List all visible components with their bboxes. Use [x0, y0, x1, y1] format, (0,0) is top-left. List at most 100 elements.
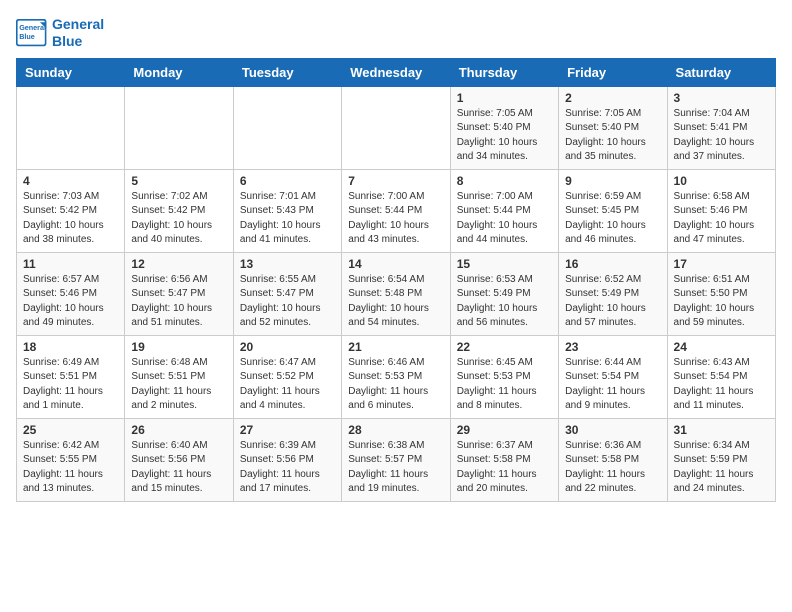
- calendar-cell: 21 Sunrise: 6:46 AM Sunset: 5:53 PM Dayli…: [342, 335, 450, 418]
- day-info: Sunrise: 6:57 AM Sunset: 5:46 PM Dayligh…: [23, 273, 118, 331]
- calendar-cell: 23 Sunrise: 6:44 AM Sunset: 5:54 PM Dayli…: [559, 335, 667, 418]
- svg-text:General: General: [19, 23, 46, 32]
- day-number: 25: [23, 423, 118, 437]
- day-number: 12: [131, 257, 226, 271]
- column-header-wednesday: Wednesday: [342, 58, 450, 86]
- day-info: Sunrise: 7:00 AM Sunset: 5:44 PM Dayligh…: [457, 190, 552, 248]
- day-number: 27: [240, 423, 335, 437]
- calendar-cell: 16 Sunrise: 6:52 AM Sunset: 5:49 PM Dayli…: [559, 252, 667, 335]
- calendar-cell: 9Sunrise: 6:59 AM Sunset: 5:45 PM Daylig…: [559, 169, 667, 252]
- day-info: Sunrise: 6:56 AM Sunset: 5:47 PM Dayligh…: [131, 273, 226, 331]
- calendar-cell: 13Sunrise: 6:55 AM Sunset: 5:47 PM Dayli…: [233, 252, 341, 335]
- day-number: 9: [565, 174, 660, 188]
- day-info: Sunrise: 6:47 AM Sunset: 5:52 PM Dayligh…: [240, 356, 335, 414]
- day-number: 23: [565, 340, 660, 354]
- day-number: 22: [457, 340, 552, 354]
- calendar-cell: 15 Sunrise: 6:53 AM Sunset: 5:49 PM Dayli…: [450, 252, 558, 335]
- day-number: 24: [674, 340, 769, 354]
- day-info: Sunrise: 7:04 AM Sunset: 5:41 PM Dayligh…: [674, 107, 769, 165]
- calendar-cell: 11Sunrise: 6:57 AM Sunset: 5:46 PM Dayli…: [17, 252, 125, 335]
- calendar-cell: 4Sunrise: 7:03 AM Sunset: 5:42 PM Daylig…: [17, 169, 125, 252]
- calendar-cell: 14Sunrise: 6:54 AM Sunset: 5:48 PM Dayli…: [342, 252, 450, 335]
- calendar-cell: 6Sunrise: 7:01 AM Sunset: 5:43 PM Daylig…: [233, 169, 341, 252]
- day-info: Sunrise: 6:45 AM Sunset: 5:53 PM Dayligh…: [457, 356, 552, 414]
- calendar-cell: 3 Sunrise: 7:04 AM Sunset: 5:41 PM Daylig…: [667, 86, 775, 169]
- day-number: 26: [131, 423, 226, 437]
- column-header-tuesday: Tuesday: [233, 58, 341, 86]
- day-number: 30: [565, 423, 660, 437]
- calendar-cell: 1Sunrise: 7:05 AM Sunset: 5:40 PM Daylig…: [450, 86, 558, 169]
- day-number: 21: [348, 340, 443, 354]
- day-info: Sunrise: 6:44 AM Sunset: 5:54 PM Dayligh…: [565, 356, 660, 414]
- day-info: Sunrise: 6:43 AM Sunset: 5:54 PM Dayligh…: [674, 356, 769, 414]
- calendar-cell: [342, 86, 450, 169]
- day-info: Sunrise: 7:02 AM Sunset: 5:42 PM Dayligh…: [131, 190, 226, 248]
- day-number: 10: [674, 174, 769, 188]
- calendar-cell: 18Sunrise: 6:49 AM Sunset: 5:51 PM Dayli…: [17, 335, 125, 418]
- day-info: Sunrise: 6:49 AM Sunset: 5:51 PM Dayligh…: [23, 356, 118, 414]
- day-number: 15: [457, 257, 552, 271]
- day-number: 3: [674, 91, 769, 105]
- calendar-cell: [125, 86, 233, 169]
- day-number: 4: [23, 174, 118, 188]
- calendar-week-1: 1 Sunrise: 7:05 AM Sunset: 5:40 PM Daylig…: [17, 86, 776, 169]
- day-info: Sunrise: 6:48 AM Sunset: 5:51 PM Dayligh…: [131, 356, 226, 414]
- calendar-cell: 19 Sunrise: 6:48 AM Sunset: 5:51 PM Dayli…: [125, 335, 233, 418]
- day-number: 1: [457, 91, 552, 105]
- day-number: 13: [240, 257, 335, 271]
- calendar-cell: 30 Sunrise: 6:36 AM Sunset: 5:58 PM Dayli…: [559, 418, 667, 501]
- logo-icon: General Blue: [16, 19, 48, 47]
- calendar-cell: 8 Sunrise: 7:00 AM Sunset: 5:44 PM Daylig…: [450, 169, 558, 252]
- column-header-friday: Friday: [559, 58, 667, 86]
- day-info: Sunrise: 7:00 AM Sunset: 5:44 PM Dayligh…: [348, 190, 443, 248]
- day-number: 7: [348, 174, 443, 188]
- day-info: Sunrise: 6:46 AM Sunset: 5:53 PM Dayligh…: [348, 356, 443, 414]
- day-info: Sunrise: 6:39 AM Sunset: 5:56 PM Dayligh…: [240, 439, 335, 497]
- column-header-sunday: Sunday: [17, 58, 125, 86]
- day-number: 2: [565, 91, 660, 105]
- page-header: General Blue General Blue: [16, 16, 776, 50]
- calendar-week-3: 11Sunrise: 6:57 AM Sunset: 5:46 PM Dayli…: [17, 252, 776, 335]
- calendar-table: SundayMondayTuesdayWednesdayThursdayFrid…: [16, 58, 776, 502]
- svg-text:Blue: Blue: [19, 32, 35, 41]
- logo-text: General Blue: [52, 16, 104, 50]
- calendar-cell: 17 Sunrise: 6:51 AM Sunset: 5:50 PM Dayli…: [667, 252, 775, 335]
- calendar-cell: 22 Sunrise: 6:45 AM Sunset: 5:53 PM Dayli…: [450, 335, 558, 418]
- calendar-cell: [17, 86, 125, 169]
- day-number: 17: [674, 257, 769, 271]
- calendar-cell: 2 Sunrise: 7:05 AM Sunset: 5:40 PM Daylig…: [559, 86, 667, 169]
- day-number: 20: [240, 340, 335, 354]
- calendar-cell: [233, 86, 341, 169]
- calendar-cell: 29Sunrise: 6:37 AM Sunset: 5:58 PM Dayli…: [450, 418, 558, 501]
- column-header-thursday: Thursday: [450, 58, 558, 86]
- day-info: Sunrise: 6:36 AM Sunset: 5:58 PM Dayligh…: [565, 439, 660, 497]
- calendar-cell: 26 Sunrise: 6:40 AM Sunset: 5:56 PM Dayli…: [125, 418, 233, 501]
- calendar-header-row: SundayMondayTuesdayWednesdayThursdayFrid…: [17, 58, 776, 86]
- calendar-cell: 5 Sunrise: 7:02 AM Sunset: 5:42 PM Daylig…: [125, 169, 233, 252]
- day-info: Sunrise: 7:05 AM Sunset: 5:40 PM Dayligh…: [565, 107, 660, 165]
- calendar-cell: 10Sunrise: 6:58 AM Sunset: 5:46 PM Dayli…: [667, 169, 775, 252]
- day-info: Sunrise: 6:40 AM Sunset: 5:56 PM Dayligh…: [131, 439, 226, 497]
- logo: General Blue General Blue: [16, 16, 104, 50]
- day-info: Sunrise: 6:54 AM Sunset: 5:48 PM Dayligh…: [348, 273, 443, 331]
- day-info: Sunrise: 6:53 AM Sunset: 5:49 PM Dayligh…: [457, 273, 552, 331]
- day-info: Sunrise: 6:42 AM Sunset: 5:55 PM Dayligh…: [23, 439, 118, 497]
- day-number: 5: [131, 174, 226, 188]
- day-number: 28: [348, 423, 443, 437]
- day-info: Sunrise: 6:52 AM Sunset: 5:49 PM Dayligh…: [565, 273, 660, 331]
- calendar-week-5: 25 Sunrise: 6:42 AM Sunset: 5:55 PM Dayli…: [17, 418, 776, 501]
- column-header-saturday: Saturday: [667, 58, 775, 86]
- calendar-cell: 31Sunrise: 6:34 AM Sunset: 5:59 PM Dayli…: [667, 418, 775, 501]
- calendar-cell: 12 Sunrise: 6:56 AM Sunset: 5:47 PM Dayli…: [125, 252, 233, 335]
- day-info: Sunrise: 6:51 AM Sunset: 5:50 PM Dayligh…: [674, 273, 769, 331]
- day-number: 8: [457, 174, 552, 188]
- calendar-week-4: 18Sunrise: 6:49 AM Sunset: 5:51 PM Dayli…: [17, 335, 776, 418]
- day-number: 19: [131, 340, 226, 354]
- calendar-cell: 27 Sunrise: 6:39 AM Sunset: 5:56 PM Dayli…: [233, 418, 341, 501]
- day-number: 16: [565, 257, 660, 271]
- calendar-cell: 20 Sunrise: 6:47 AM Sunset: 5:52 PM Dayli…: [233, 335, 341, 418]
- day-number: 29: [457, 423, 552, 437]
- calendar-cell: 25 Sunrise: 6:42 AM Sunset: 5:55 PM Dayli…: [17, 418, 125, 501]
- calendar-cell: 28Sunrise: 6:38 AM Sunset: 5:57 PM Dayli…: [342, 418, 450, 501]
- day-number: 31: [674, 423, 769, 437]
